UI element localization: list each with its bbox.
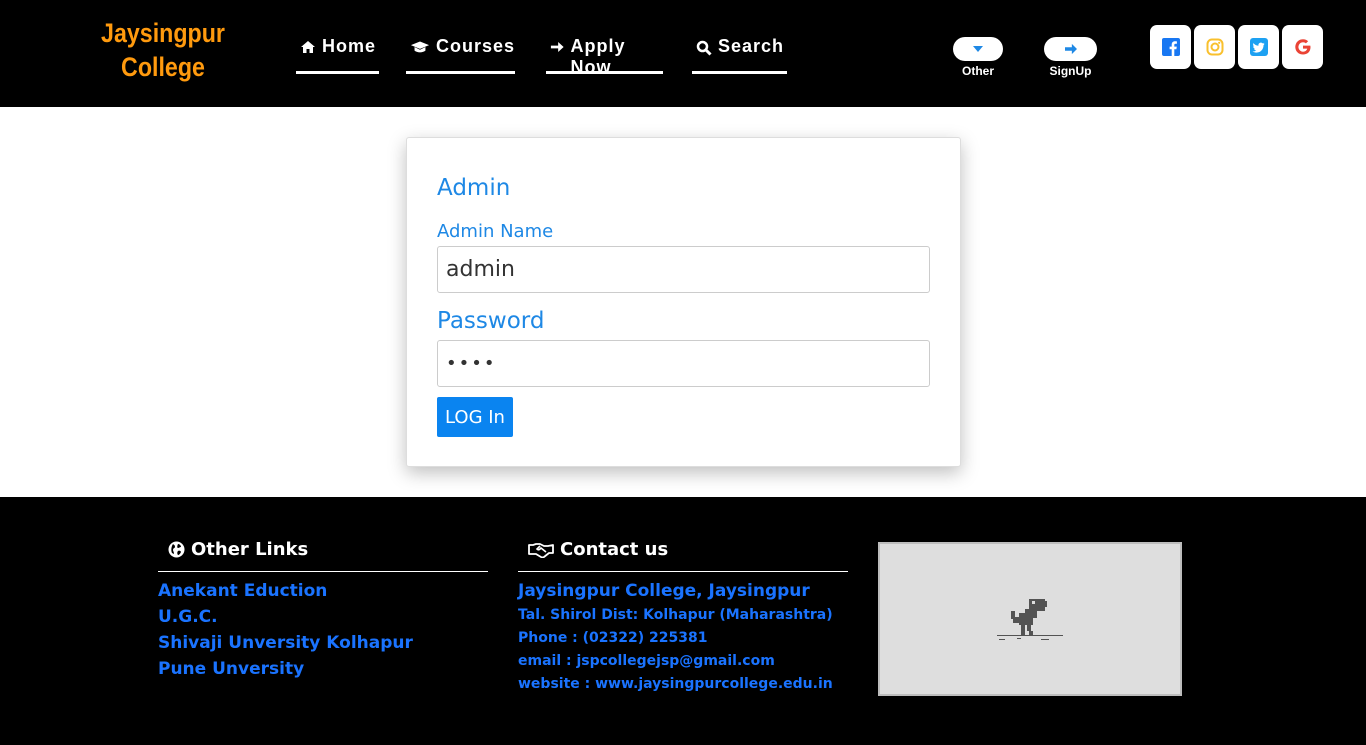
nav-apply-now[interactable]: Apply Now — [546, 36, 663, 77]
footer-link[interactable]: U.G.C. — [158, 604, 413, 630]
divider — [158, 571, 488, 572]
nav-apply-label: Apply Now — [570, 36, 626, 77]
google-icon — [1294, 39, 1310, 55]
arrow-right-icon — [1064, 43, 1077, 55]
college-address: Tal. Shirol Dist: Kolhapur (Maharashtra) — [518, 607, 833, 623]
graduation-cap-icon — [410, 41, 430, 53]
instagram-button[interactable] — [1194, 25, 1235, 69]
footer-link[interactable]: Shivaji Unversity Kolhapur — [158, 630, 413, 656]
other-links-heading-text: Other Links — [191, 539, 309, 560]
nav-home[interactable]: Home — [296, 36, 379, 74]
instagram-icon — [1206, 38, 1223, 56]
nav-courses-label: Courses — [435, 36, 515, 56]
nav-courses[interactable]: Courses — [406, 36, 515, 74]
contact-list: Jaysingpur College, Jaysingpur Tal. Shir… — [518, 578, 833, 696]
map-embed-placeholder[interactable] — [878, 542, 1182, 696]
site-header: Jaysingpur College Home Courses Apply No… — [0, 0, 1366, 107]
contact-heading: Contact us — [528, 539, 668, 560]
signup-button[interactable] — [1044, 37, 1097, 61]
site-logo[interactable]: Jaysingpur College — [99, 16, 228, 84]
twitter-icon — [1249, 38, 1268, 56]
footer-link[interactable]: Anekant Eduction — [158, 578, 413, 604]
college-website[interactable]: website : www.jaysingpurcollege.edu.in — [518, 673, 833, 696]
footer-link[interactable]: Pune Unversity — [158, 656, 413, 682]
globe-icon — [168, 541, 185, 558]
home-icon — [301, 41, 315, 53]
nav-search-label: Search — [718, 36, 785, 56]
college-name: Jaysingpur College, Jaysingpur — [518, 581, 810, 601]
other-links-list: Anekant Eduction U.G.C. Shivaji Unversit… — [158, 578, 413, 682]
login-title: Admin — [437, 175, 511, 201]
site-footer: Other Links Anekant Eduction U.G.C. Shiv… — [0, 497, 1366, 745]
college-phone: Phone : (02322) 225381 — [518, 630, 708, 646]
brand-line1: Jaysingpur — [101, 18, 225, 48]
nav-search[interactable]: Search — [692, 36, 787, 74]
admin-name-input[interactable]: admin — [437, 246, 930, 293]
other-links-heading: Other Links — [168, 539, 308, 560]
dinosaur-icon — [997, 599, 1063, 640]
handshake-icon — [528, 542, 554, 558]
facebook-icon — [1161, 38, 1180, 56]
divider — [518, 571, 848, 572]
password-label: Password — [437, 308, 545, 334]
other-dropdown-button[interactable] — [953, 37, 1003, 61]
contact-heading-text: Contact us — [560, 539, 669, 560]
admin-login-card: Admin Admin Name admin Password •••• LOG… — [406, 137, 961, 467]
login-button[interactable]: LOG In — [437, 397, 513, 437]
admin-name-label: Admin Name — [437, 221, 554, 242]
facebook-button[interactable] — [1150, 25, 1191, 69]
nav-home-label: Home — [322, 36, 377, 56]
password-input[interactable]: •••• — [437, 340, 930, 387]
twitter-button[interactable] — [1238, 25, 1279, 69]
search-icon — [696, 40, 712, 56]
other-label: Other — [961, 64, 994, 78]
college-email[interactable]: email : jspcollegejsp@gmail.com — [518, 650, 833, 673]
brand-line2: College — [121, 52, 205, 82]
google-button[interactable] — [1282, 25, 1323, 69]
caret-down-icon — [973, 46, 983, 52]
signup-label: SignUp — [1049, 64, 1092, 78]
arrow-right-icon — [550, 42, 564, 52]
